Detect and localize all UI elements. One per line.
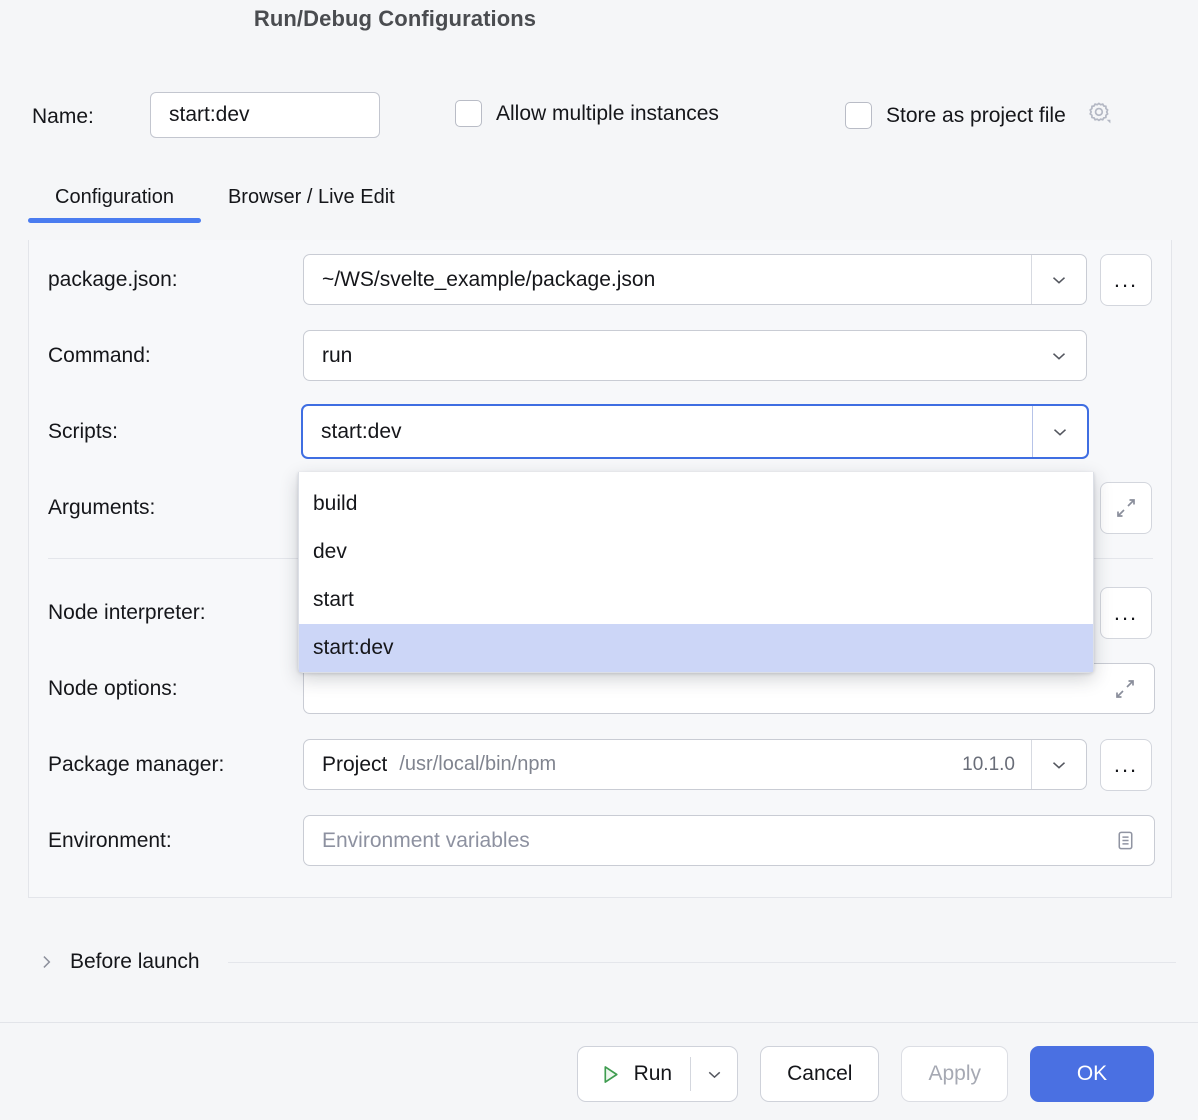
node-interpreter-browse-button[interactable]: ...	[1100, 587, 1152, 639]
scripts-dropdown-popup[interactable]: build dev start start:dev	[298, 472, 1094, 673]
scripts-option-label: build	[313, 492, 357, 516]
ok-button[interactable]: OK	[1030, 1046, 1154, 1102]
footer-divider	[0, 1022, 1198, 1023]
package-manager-browse-button[interactable]: ...	[1100, 739, 1152, 791]
tab-configuration[interactable]: Configuration	[28, 186, 201, 223]
name-input[interactable]	[150, 92, 380, 138]
store-as-project-file-label: Store as project file	[886, 104, 1066, 128]
node-options-label: Node options:	[48, 677, 178, 701]
node-interpreter-label: Node interpreter:	[48, 601, 206, 625]
store-as-project-file-checkbox-row[interactable]: Store as project file	[845, 100, 1113, 131]
chevron-right-icon[interactable]	[36, 952, 56, 972]
package-manager-field[interactable]: Project /usr/local/bin/npm 10.1.0	[303, 739, 1087, 790]
package-manager-value: Project	[304, 753, 387, 777]
row-package-json: package.json: ~/WS/svelte_example/packag…	[29, 252, 1171, 308]
package-manager-path: /usr/local/bin/npm	[387, 753, 556, 776]
chevron-down-icon[interactable]	[1032, 406, 1087, 457]
node-options-expand-button[interactable]	[1096, 664, 1154, 713]
scripts-value: start:dev	[303, 420, 1032, 444]
scripts-option-start-dev[interactable]: start:dev	[299, 624, 1093, 672]
play-triangle-icon	[598, 1062, 623, 1087]
before-launch-divider	[228, 962, 1176, 963]
package-json-field[interactable]: ~/WS/svelte_example/package.json	[303, 254, 1087, 305]
page-title: Run/Debug Configurations	[0, 6, 790, 32]
scripts-option-build[interactable]: build	[299, 480, 1093, 528]
chevron-down-icon[interactable]	[1032, 331, 1086, 380]
scripts-option-start[interactable]: start	[299, 576, 1093, 624]
name-row: Name: Allow multiple instances Store as …	[0, 92, 1198, 140]
package-manager-version: 10.1.0	[962, 754, 1031, 776]
chevron-down-icon[interactable]	[1031, 740, 1086, 789]
row-environment: Environment: Environment variables	[29, 813, 1171, 869]
apply-button[interactable]: Apply	[901, 1046, 1008, 1102]
run-button-main[interactable]: Run	[578, 1047, 691, 1101]
tab-browser-live-edit[interactable]: Browser / Live Edit	[201, 186, 422, 223]
row-scripts: Scripts: start:dev	[29, 404, 1171, 460]
package-json-label: package.json:	[48, 268, 178, 292]
package-json-value: ~/WS/svelte_example/package.json	[304, 268, 1031, 292]
tab-configuration-label: Configuration	[55, 186, 174, 208]
environment-placeholder: Environment variables	[304, 829, 1096, 853]
scripts-option-label: start	[313, 588, 354, 612]
run-debug-configurations-dialog: Run/Debug Configurations Name: Allow mul…	[0, 0, 1198, 1120]
scripts-field[interactable]: start:dev	[301, 404, 1089, 459]
run-dropdown-button[interactable]	[691, 1047, 737, 1101]
run-button[interactable]: Run	[577, 1046, 739, 1102]
row-package-manager: Package manager: Project /usr/local/bin/…	[29, 737, 1171, 793]
expand-icon	[1114, 496, 1138, 520]
ok-button-label: OK	[1077, 1062, 1107, 1086]
scripts-label: Scripts:	[48, 420, 118, 444]
chevron-down-icon[interactable]	[1031, 255, 1086, 304]
package-json-browse-label: ...	[1114, 275, 1138, 285]
arguments-expand-button[interactable]	[1100, 482, 1152, 534]
gear-icon[interactable]	[1087, 100, 1113, 131]
command-value: run	[304, 344, 1032, 368]
cancel-button[interactable]: Cancel	[760, 1046, 879, 1102]
environment-variables-button[interactable]	[1096, 816, 1154, 865]
name-label: Name:	[32, 105, 94, 129]
store-as-project-file-checkbox[interactable]	[845, 102, 872, 129]
allow-multiple-instances-label: Allow multiple instances	[496, 102, 719, 126]
before-launch-section[interactable]: Before launch	[36, 950, 1176, 974]
list-document-icon	[1114, 829, 1137, 852]
tab-bar: Configuration Browser / Live Edit	[28, 186, 422, 223]
tab-browser-live-edit-label: Browser / Live Edit	[228, 186, 395, 208]
scripts-option-dev[interactable]: dev	[299, 528, 1093, 576]
expand-icon	[1113, 677, 1137, 701]
allow-multiple-instances-checkbox-row[interactable]: Allow multiple instances	[455, 100, 719, 127]
scripts-option-label: start:dev	[313, 636, 394, 660]
allow-multiple-instances-checkbox[interactable]	[455, 100, 482, 127]
package-json-browse-button[interactable]: ...	[1100, 254, 1152, 306]
environment-label: Environment:	[48, 829, 172, 853]
package-manager-browse-label: ...	[1114, 760, 1138, 770]
command-field[interactable]: run	[303, 330, 1087, 381]
package-manager-label: Package manager:	[48, 753, 224, 777]
chevron-down-icon	[704, 1064, 725, 1085]
scripts-option-label: dev	[313, 540, 347, 564]
row-command: Command: run	[29, 328, 1171, 384]
before-launch-label: Before launch	[70, 950, 200, 974]
run-button-label: Run	[634, 1062, 673, 1086]
apply-button-label: Apply	[928, 1062, 981, 1086]
command-label: Command:	[48, 344, 151, 368]
environment-field[interactable]: Environment variables	[303, 815, 1155, 866]
dialog-footer: Run Cancel Apply OK	[0, 1046, 1198, 1102]
node-interpreter-browse-label: ...	[1114, 608, 1138, 618]
cancel-button-label: Cancel	[787, 1062, 852, 1086]
arguments-label: Arguments:	[48, 496, 155, 520]
